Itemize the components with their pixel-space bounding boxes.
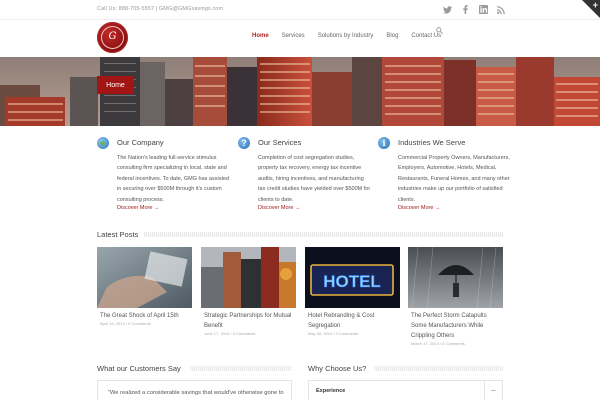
main-nav: Home Services Solutions by Industry Blog Con… bbox=[252, 33, 454, 39]
top-bar: Call Us: 888-705-5557 | GMG@GMGsavings.c… bbox=[0, 0, 600, 20]
discover-more-link[interactable]: Discover More → bbox=[117, 205, 159, 211]
column-text: Commercial Property Owners, Manufacturer… bbox=[398, 155, 510, 203]
column-title: Industries We Serve bbox=[398, 138, 466, 147]
column-title: Our Services bbox=[258, 138, 302, 147]
latest-posts-heading: Latest Posts bbox=[97, 230, 139, 239]
rss-icon[interactable] bbox=[492, 4, 510, 15]
logo-letter: G bbox=[108, 31, 117, 42]
city-skyline-image bbox=[0, 57, 600, 126]
accordion-toggle[interactable]: – bbox=[484, 381, 502, 400]
hero-banner bbox=[0, 57, 600, 126]
facebook-icon[interactable] bbox=[456, 4, 474, 15]
post-title[interactable]: The Perfect Storm Catapults Some Manufac… bbox=[411, 311, 503, 341]
buildings-photo bbox=[201, 247, 296, 308]
post-thumbnail[interactable] bbox=[201, 247, 296, 308]
hotel-sign-photo: HOTEL bbox=[305, 247, 400, 308]
logo[interactable]: G bbox=[97, 22, 128, 53]
why-choose-us-heading: Why Choose Us? bbox=[308, 364, 367, 373]
post-meta: May 30, 2014 / 0 Comments bbox=[308, 331, 359, 336]
nav-item-services[interactable]: Services bbox=[282, 33, 305, 39]
post-meta: April 16, 2014 / 0 Comments bbox=[100, 321, 151, 326]
heading-divider bbox=[190, 366, 292, 371]
globe-icon bbox=[97, 137, 109, 149]
post-thumbnail[interactable] bbox=[408, 247, 503, 308]
nav-item-home[interactable]: Home bbox=[252, 33, 269, 39]
post-meta: March 17, 2014 / 0 Comments bbox=[411, 341, 465, 346]
question-icon: ? bbox=[238, 137, 250, 149]
post-title[interactable]: The Great Shock of April 15th bbox=[100, 311, 192, 321]
heading-divider bbox=[144, 232, 503, 237]
accordion-item-experience[interactable]: Experience – bbox=[308, 380, 503, 400]
info-icon: i bbox=[378, 137, 390, 149]
twitter-icon[interactable] bbox=[438, 4, 456, 15]
testimonials-heading: What our Customers Say bbox=[97, 364, 181, 373]
page-badge-home: Home bbox=[97, 76, 134, 94]
column-text: The Nation's leading full-service stimul… bbox=[117, 155, 230, 203]
nav-item-solutions-by-industry[interactable]: Solutions by Industry bbox=[318, 33, 374, 39]
post-title[interactable]: Strategic Partnerships for Mutual Benefi… bbox=[204, 311, 296, 331]
social-links bbox=[438, 4, 510, 15]
column-title: Our Company bbox=[117, 138, 164, 147]
column-text: Completion of cost segregation studies, … bbox=[258, 155, 371, 203]
hands-photo bbox=[97, 247, 192, 308]
post-title[interactable]: Hotel Rebranding & Cost Segregation bbox=[308, 311, 400, 331]
search-icon[interactable] bbox=[436, 21, 443, 39]
testimonial-box: “We realized a considerable savings that… bbox=[97, 380, 292, 400]
contact-info: Call Us: 888-705-5557 | GMG@GMGsavings.c… bbox=[97, 6, 224, 12]
post-thumbnail[interactable]: HOTEL bbox=[305, 247, 400, 308]
discover-more-link[interactable]: Discover More → bbox=[258, 205, 300, 211]
testimonial-quote: “We realized a considerable savings that… bbox=[108, 390, 284, 396]
linkedin-icon[interactable] bbox=[474, 4, 492, 15]
post-meta: June 17, 2014 / 0 Comments bbox=[204, 331, 256, 336]
storm-umbrella-photo bbox=[408, 247, 503, 308]
heading-divider bbox=[374, 366, 503, 371]
plus-icon[interactable]: + bbox=[593, 0, 598, 10]
post-thumbnail[interactable] bbox=[97, 247, 192, 308]
nav-item-blog[interactable]: Blog bbox=[386, 33, 398, 39]
accordion-label[interactable]: Experience bbox=[316, 388, 345, 394]
hotel-sign-text: HOTEL bbox=[323, 272, 381, 291]
discover-more-link[interactable]: Discover More → bbox=[398, 205, 440, 211]
